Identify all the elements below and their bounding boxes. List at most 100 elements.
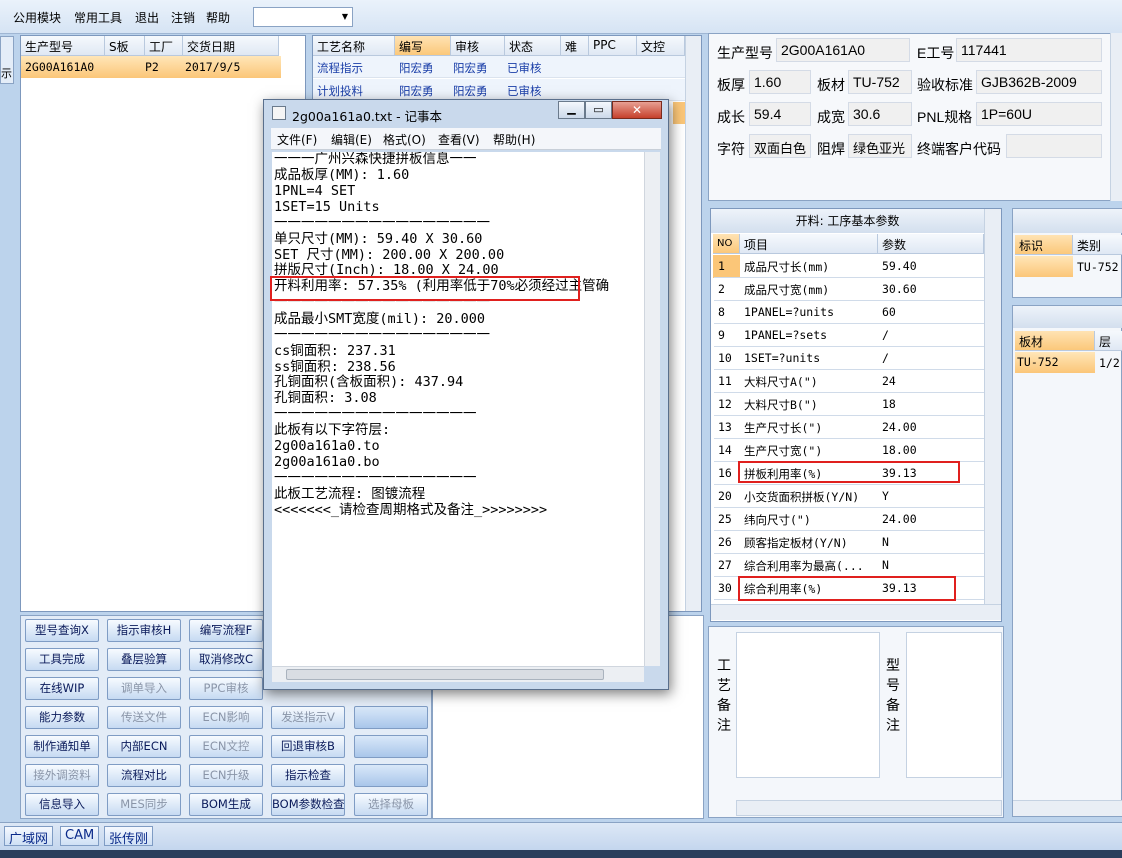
menu-public-modules[interactable]: 公用模块 [13, 9, 61, 26]
col-layer[interactable]: 层 [1095, 331, 1122, 351]
col-writer[interactable]: 编写 [395, 36, 451, 56]
blank-button[interactable] [354, 706, 428, 729]
col-s-board[interactable]: S板 [105, 36, 145, 56]
stackup-calc-button[interactable]: 叠层验算 [107, 648, 181, 671]
col-board[interactable]: 板材 [1015, 331, 1095, 351]
param-row[interactable]: 14 生产尺寸宽(") 18.00 [714, 439, 984, 462]
param-row[interactable]: 27 综合利用率为最高(... N [714, 554, 984, 577]
table-row[interactable]: 2G00A161A0 P2 2017/9/5 [21, 56, 281, 78]
param-row[interactable]: 10 1SET=?units / [714, 347, 984, 370]
notes-hscrollbar[interactable] [736, 800, 1002, 816]
menu-edit[interactable]: 编辑(E) [331, 131, 372, 148]
length-field[interactable]: 59.4 [749, 102, 811, 126]
col-value[interactable]: 参数 [878, 234, 984, 254]
col-category[interactable]: 类别 [1073, 235, 1122, 255]
instruction-review-button[interactable]: 指示审核H [107, 619, 181, 642]
ecn-impact-button[interactable]: ECN影响 [189, 706, 263, 729]
maximize-button[interactable]: ▭ [585, 101, 612, 119]
col-factory[interactable]: 工厂 [145, 36, 183, 56]
instruction-check-button[interactable]: 指示检查 [271, 764, 345, 787]
customer-code-field[interactable] [1006, 134, 1102, 158]
process-scrollbar[interactable] [685, 36, 701, 611]
menu-file[interactable]: 文件(F) [277, 131, 317, 148]
write-process-button[interactable]: 编写流程F [189, 619, 263, 642]
col-item[interactable]: 项目 [740, 234, 878, 254]
solder-mask-field[interactable]: 绿色亚光 [848, 134, 912, 158]
notepad-hscrollbar[interactable] [272, 666, 644, 682]
col-mark[interactable]: 标识 [1015, 235, 1073, 255]
blank-button[interactable] [354, 764, 428, 787]
make-notice-button[interactable]: 制作通知单 [25, 735, 99, 758]
menu-common-tools[interactable]: 常用工具 [74, 9, 122, 26]
capability-params-button[interactable]: 能力参数 [25, 706, 99, 729]
menu-exit[interactable]: 退出 [135, 9, 159, 26]
tab-user[interactable]: 张传刚 [104, 826, 154, 847]
rollback-review-button[interactable]: 回退审核B [271, 735, 345, 758]
internal-ecn-button[interactable]: 内部ECN [107, 735, 181, 758]
ecn-doc-control-button[interactable]: ECN文控 [189, 735, 263, 758]
model-field[interactable]: 2G00A161A0 [776, 38, 910, 62]
tab-wan[interactable]: 广域网 [4, 826, 54, 847]
craft-notes-textarea[interactable] [736, 632, 880, 778]
cancel-modify-button[interactable]: 取消修改C [189, 648, 263, 671]
info-scrollbar[interactable] [1110, 33, 1122, 201]
e-number-field[interactable]: 117441 [956, 38, 1102, 62]
thickness-field[interactable]: 1.60 [749, 70, 811, 94]
notepad-vscrollbar[interactable] [644, 152, 660, 666]
param-row[interactable]: 12 大料尺寸B(") 18 [714, 393, 984, 416]
param-row[interactable]: 26 顾客指定板材(Y/N) N [714, 531, 984, 554]
close-button[interactable]: ✕ [612, 101, 662, 119]
params-scrollbar[interactable] [984, 209, 1001, 604]
select-mother-board-button[interactable]: 选择母板 [354, 793, 428, 816]
col-status[interactable]: 状态 [505, 36, 561, 56]
online-wip-button[interactable]: 在线WIP [25, 677, 99, 700]
material-field[interactable]: TU-752 [848, 70, 912, 94]
scroll-thumb[interactable] [286, 669, 604, 680]
grid-cell[interactable] [1015, 256, 1073, 277]
left-strip[interactable]: 示 [0, 36, 14, 84]
param-row[interactable]: 8 1PANEL=?units 60 [714, 301, 984, 324]
width-field[interactable]: 30.6 [848, 102, 912, 126]
menu-logout[interactable]: 注销 [171, 9, 195, 26]
material-hscrollbar[interactable] [1013, 800, 1122, 816]
model-query-button[interactable]: 型号查询X [25, 619, 99, 642]
col-reviewer[interactable]: 审核 [451, 36, 505, 56]
ecn-upgrade-button[interactable]: ECN升级 [189, 764, 263, 787]
blank-button[interactable] [354, 735, 428, 758]
col-delivery-date[interactable]: 交货日期 [183, 36, 279, 56]
char-field[interactable]: 双面白色 [749, 134, 811, 158]
table-row[interactable]: 流程指示 阳宏勇 阳宏勇 已审核 [313, 56, 685, 78]
param-row[interactable]: 20 小交货面积拼板(Y/N) Y [714, 485, 984, 508]
external-data-button[interactable]: 接外调资料 [25, 764, 99, 787]
pnl-field[interactable]: 1P=60U [976, 102, 1102, 126]
module-combo[interactable]: ▼ [253, 7, 353, 27]
table-row[interactable]: 计划投料 阳宏勇 阳宏勇 已审核 [313, 79, 685, 101]
menu-format[interactable]: 格式(O) [383, 131, 426, 148]
col-process-name[interactable]: 工艺名称 [313, 36, 395, 56]
param-row[interactable]: 1 成品尺寸长(mm) 59.40 [714, 255, 984, 278]
tab-cam[interactable]: CAM [60, 826, 100, 846]
bom-generate-button[interactable]: BOM生成 [189, 793, 263, 816]
table-row[interactable]: TU-752 [1015, 352, 1095, 373]
param-row[interactable]: 25 纬向尺寸(") 24.00 [714, 508, 984, 531]
standard-field[interactable]: GJB362B-2009 [976, 70, 1102, 94]
tool-complete-button[interactable]: 工具完成 [25, 648, 99, 671]
menu-view[interactable]: 查看(V) [438, 131, 480, 148]
col-ppc[interactable]: PPC [589, 36, 637, 56]
import-order-button[interactable]: 调单导入 [107, 677, 181, 700]
model-notes-textarea[interactable] [906, 632, 1002, 778]
ppc-review-button[interactable]: PPC审核 [189, 677, 263, 700]
col-no[interactable]: NO [713, 234, 740, 254]
send-file-button[interactable]: 传送文件 [107, 706, 181, 729]
col-doc-control[interactable]: 文控 [637, 36, 685, 56]
info-import-button[interactable]: 信息导入 [25, 793, 99, 816]
menu-help[interactable]: 帮助 [206, 9, 230, 26]
param-row[interactable]: 9 1PANEL=?sets / [714, 324, 984, 347]
mes-sync-button[interactable]: MES同步 [107, 793, 181, 816]
notepad-text-area[interactable]: 一一一广州兴森快捷拼板信息一一 成品板厚(MM): 1.60 1PNL=4 SET 1… [272, 152, 657, 666]
param-row[interactable]: 13 生产尺寸长(") 24.00 [714, 416, 984, 439]
col-model[interactable]: 生产型号 [21, 36, 105, 56]
send-instruction-button[interactable]: 发送指示V [271, 706, 345, 729]
params-hscrollbar[interactable] [711, 604, 1001, 620]
menu-help[interactable]: 帮助(H) [493, 131, 535, 148]
